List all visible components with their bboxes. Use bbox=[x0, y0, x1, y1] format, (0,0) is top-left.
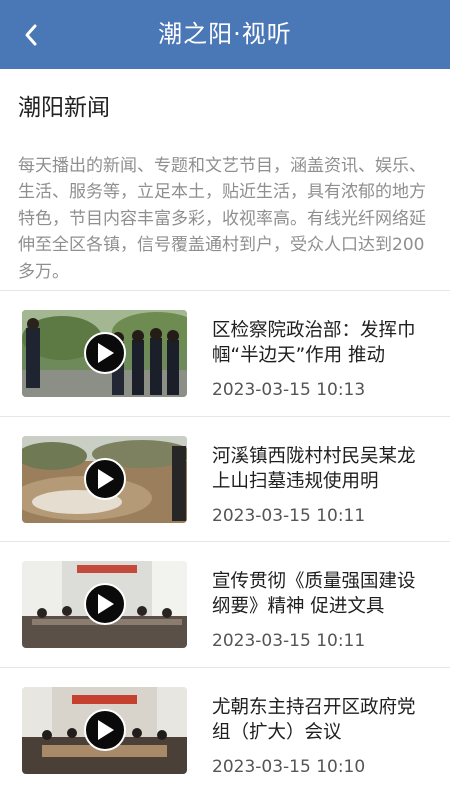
news-item[interactable]: 尤朝东主持召开区政府党组（扩大）会议 2023-03-15 10:10 bbox=[0, 666, 450, 793]
video-thumbnail[interactable] bbox=[22, 686, 187, 774]
news-item[interactable]: 宣传贯彻《质量强国建设纲要》精神 促进文具 2023-03-15 10:11 bbox=[0, 541, 450, 667]
play-icon[interactable] bbox=[84, 708, 126, 751]
news-title: 宣传贯彻《质量强国建设纲要》精神 促进文具 bbox=[212, 571, 416, 617]
news-time: 2023-03-15 10:10 bbox=[212, 756, 366, 777]
news-time: 2023-03-15 10:11 bbox=[212, 505, 366, 526]
news-title: 区检察院政治部：发挥巾帼“半边天”作用 推动 bbox=[212, 320, 416, 366]
play-icon[interactable] bbox=[84, 583, 126, 625]
page-title: 潮之阳·视听 bbox=[158, 20, 292, 48]
play-icon[interactable] bbox=[84, 457, 126, 500]
app-header: 潮之阳·视听 bbox=[0, 0, 450, 69]
news-item[interactable]: 河溪镇西陇村村民吴某龙上山扫墓违规使用明 2023-03-15 10:11 bbox=[0, 415, 450, 542]
news-time: 2023-03-15 10:13 bbox=[212, 380, 366, 400]
news-title: 尤朝东主持召开区政府党组（扩大）会议 bbox=[212, 696, 416, 743]
news-time: 2023-03-15 10:11 bbox=[212, 631, 366, 651]
news-list: 区检察院政治部：发挥巾帼“半边天”作用 推动 2023-03-15 10:13 … bbox=[0, 290, 450, 792]
play-icon[interactable] bbox=[84, 332, 126, 374]
news-title: 河溪镇西陇村村民吴某龙上山扫墓违规使用明 bbox=[212, 445, 416, 492]
video-thumbnail[interactable] bbox=[22, 310, 187, 397]
section-title: 潮阳新闻 bbox=[18, 95, 110, 121]
news-item[interactable]: 区检察院政治部：发挥巾帼“半边天”作用 推动 2023-03-15 10:13 bbox=[0, 290, 450, 416]
video-thumbnail[interactable] bbox=[22, 561, 187, 648]
section-description: 每天播出的新闻、专题和文艺节目，涵盖资讯、娱乐、生活、服务等，立足本土，贴近生活… bbox=[18, 156, 426, 282]
video-thumbnail[interactable] bbox=[22, 435, 187, 523]
